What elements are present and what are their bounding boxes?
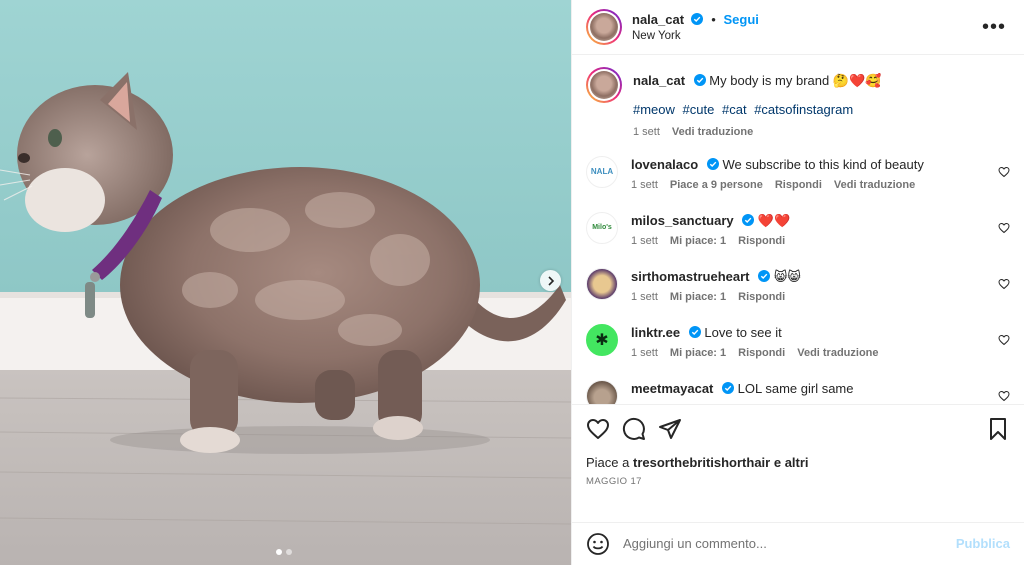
post-media[interactable] (0, 0, 571, 565)
likes-others-link[interactable]: e altri (770, 455, 809, 470)
follow-button[interactable]: Segui (723, 12, 758, 27)
comment-likes[interactable]: Piace a 9 persone (670, 179, 763, 191)
post-viewer: nala_cat • Segui New York ••• nala_cat M… (0, 0, 1024, 565)
comment-item: sirthomastrueheart 😸😸 1 sett Mi piace: 1… (586, 267, 1010, 303)
like-comment-heart-icon[interactable] (998, 222, 1010, 234)
like-comment-heart-icon[interactable] (998, 278, 1010, 290)
author-username[interactable]: nala_cat (632, 12, 684, 27)
like-heart-icon[interactable] (586, 417, 610, 441)
comment-item: ✱ linktr.ee Love to see it 1 sett Mi pia… (586, 323, 1010, 359)
linktree-logo-icon: ✱ (595, 331, 609, 349)
comment-text: We subscribe to this kind of beauty (722, 156, 924, 172)
add-comment-bar: Pubblica (572, 521, 1024, 565)
next-slide-button[interactable] (540, 270, 561, 291)
caption-text: My body is my brand 🤔❤️🥰 (709, 72, 882, 88)
commenter-username[interactable]: sirthomastrueheart (631, 269, 749, 284)
post-caption: nala_cat My body is my brand 🤔❤️🥰 #meow … (586, 66, 1010, 138)
verified-badge-icon (706, 157, 719, 170)
post-actions: Piace a tresorthebritishorthair e altri … (572, 404, 1024, 522)
comment-input[interactable] (623, 536, 956, 552)
commenter-avatar[interactable] (586, 379, 618, 405)
reply-button[interactable]: Rispondi (775, 179, 822, 191)
commenter-username[interactable]: milos_sanctuary (631, 213, 734, 228)
author-avatar[interactable] (586, 8, 622, 45)
separator-dot: • (711, 11, 716, 27)
comment-time[interactable]: 1 sett (631, 291, 658, 303)
hashtag-link[interactable]: #cute (683, 102, 715, 117)
comment-text: 😸😸 (773, 268, 801, 284)
hashtag-link[interactable]: #meow (633, 102, 675, 117)
reply-button[interactable]: Rispondi (738, 235, 785, 247)
commenter-avatar[interactable]: Milo's (586, 211, 618, 244)
comment-item: meetmayacat LOL same girl same (586, 379, 1010, 405)
commenter-username[interactable]: linktr.ee (631, 325, 680, 340)
commenter-username[interactable]: meetmayacat (631, 381, 713, 396)
post-side-panel: nala_cat • Segui New York ••• nala_cat M… (571, 0, 1024, 565)
verified-badge-icon (693, 73, 706, 86)
save-bookmark-icon[interactable] (986, 417, 1010, 441)
likes-user-link[interactable]: tresorthebritishorthair (633, 455, 770, 470)
translate-button[interactable]: Vedi traduzione (797, 347, 878, 359)
cat-photo (0, 0, 571, 565)
publish-button[interactable]: Pubblica (956, 536, 1010, 551)
comment-time[interactable]: 1 sett (631, 179, 658, 191)
comment-text: ❤️❤️ (757, 212, 791, 228)
commenter-username[interactable]: lovenalaco (631, 157, 698, 172)
commenter-avatar[interactable]: NALA (586, 155, 618, 188)
comment-likes[interactable]: Mi piace: 1 (670, 347, 726, 359)
caption-hashtags: #meow #cute #cat #catsofinstagram (633, 102, 1010, 117)
likes-prefix: Piace a (586, 455, 633, 471)
translate-button[interactable]: Vedi traduzione (834, 179, 915, 191)
caption-username[interactable]: nala_cat (633, 73, 685, 88)
comment-likes[interactable]: Mi piace: 1 (670, 291, 726, 303)
post-date[interactable]: MAGGIO 17 (586, 476, 1010, 487)
avatar-logo-text: NALA (590, 167, 614, 177)
comment-likes[interactable]: Mi piace: 1 (670, 235, 726, 247)
verified-badge-icon (688, 325, 701, 338)
commenter-avatar[interactable] (586, 267, 618, 300)
verified-badge-icon (742, 213, 755, 226)
like-comment-heart-icon[interactable] (998, 390, 1010, 402)
emoji-smiley-icon[interactable] (586, 532, 610, 556)
reply-button[interactable]: Rispondi (738, 347, 785, 359)
comment-text: Love to see it (704, 324, 782, 340)
comment-time[interactable]: 1 sett (631, 347, 658, 359)
verified-badge-icon (690, 12, 703, 25)
more-options-icon[interactable]: ••• (982, 16, 1006, 39)
commenter-avatar[interactable]: ✱ (586, 323, 618, 356)
comment-item: Milo's milos_sanctuary ❤️❤️ 1 sett Mi pi… (586, 211, 1010, 247)
carousel-dot (286, 549, 292, 555)
comment-item: NALA lovenalaco We subscribe to this kin… (586, 155, 1010, 191)
translate-button[interactable]: Vedi traduzione (672, 126, 753, 138)
post-header: nala_cat • Segui New York ••• (572, 0, 1024, 55)
chevron-right-icon (547, 275, 554, 286)
comment-bubble-icon[interactable] (622, 417, 646, 441)
comment-time[interactable]: 1 sett (631, 235, 658, 247)
comment-text: LOL same girl same (737, 380, 854, 396)
comments-list[interactable]: nala_cat My body is my brand 🤔❤️🥰 #meow … (572, 55, 1024, 405)
post-location[interactable]: New York (632, 30, 759, 42)
reply-button[interactable]: Rispondi (738, 291, 785, 303)
caption-avatar[interactable] (586, 66, 622, 103)
share-paper-plane-icon[interactable] (658, 417, 682, 441)
avatar-logo-text: Milo's (592, 224, 612, 232)
likes-summary: Piace a tresorthebritishorthair e altri (586, 455, 1010, 470)
caption-time[interactable]: 1 sett (633, 126, 660, 138)
like-comment-heart-icon[interactable] (998, 334, 1010, 346)
hashtag-link[interactable]: #catsofinstagram (754, 102, 853, 117)
carousel-indicator (276, 549, 292, 555)
like-comment-heart-icon[interactable] (998, 166, 1010, 178)
verified-badge-icon (722, 381, 735, 394)
verified-badge-icon (758, 269, 771, 282)
carousel-dot-active (276, 549, 282, 555)
hashtag-link[interactable]: #cat (722, 102, 747, 117)
